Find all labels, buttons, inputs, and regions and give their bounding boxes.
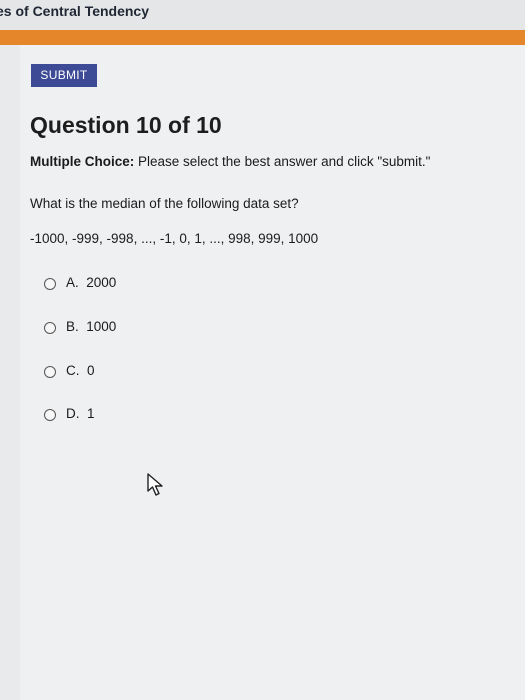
option-d-text: D. 1: [66, 406, 95, 421]
radio-icon[interactable]: [44, 409, 56, 421]
option-b-text: B. 1000: [66, 319, 116, 334]
option-a-text: A. 2000: [66, 275, 116, 290]
option-d-letter: D.: [66, 406, 80, 421]
instruction-text: Please select the best answer and click …: [134, 154, 431, 169]
top-bar: es of Central Tendency: [0, 0, 525, 30]
question-title: Question 10 of 10: [30, 112, 222, 138]
option-c-value: 0: [87, 363, 95, 378]
data-set: -1000, -999, -998, ..., -1, 0, 1, ..., 9…: [30, 231, 319, 246]
question-prompt: What is the median of the following data…: [30, 196, 299, 211]
instructions: Multiple Choice: Please select the best …: [30, 154, 430, 169]
option-b-value: 1000: [86, 319, 117, 334]
option-c-text: C. 0: [66, 363, 95, 378]
option-a-value: 2000: [86, 275, 117, 290]
radio-icon[interactable]: [44, 322, 56, 334]
mouse-pointer-icon: [147, 473, 163, 496]
lesson-title: es of Central Tendency: [0, 3, 150, 19]
question-type-label: Multiple Choice:: [30, 154, 135, 169]
submit-button[interactable]: SUBMIT: [31, 64, 97, 87]
radio-icon[interactable]: [44, 278, 56, 290]
radio-icon[interactable]: [44, 366, 56, 378]
accent-bar: [0, 30, 525, 45]
option-b-letter: B.: [66, 319, 79, 334]
option-a-letter: A.: [66, 275, 79, 290]
option-c-letter: C.: [66, 363, 80, 378]
option-d-value: 1: [87, 406, 95, 421]
content-panel: [20, 45, 525, 700]
